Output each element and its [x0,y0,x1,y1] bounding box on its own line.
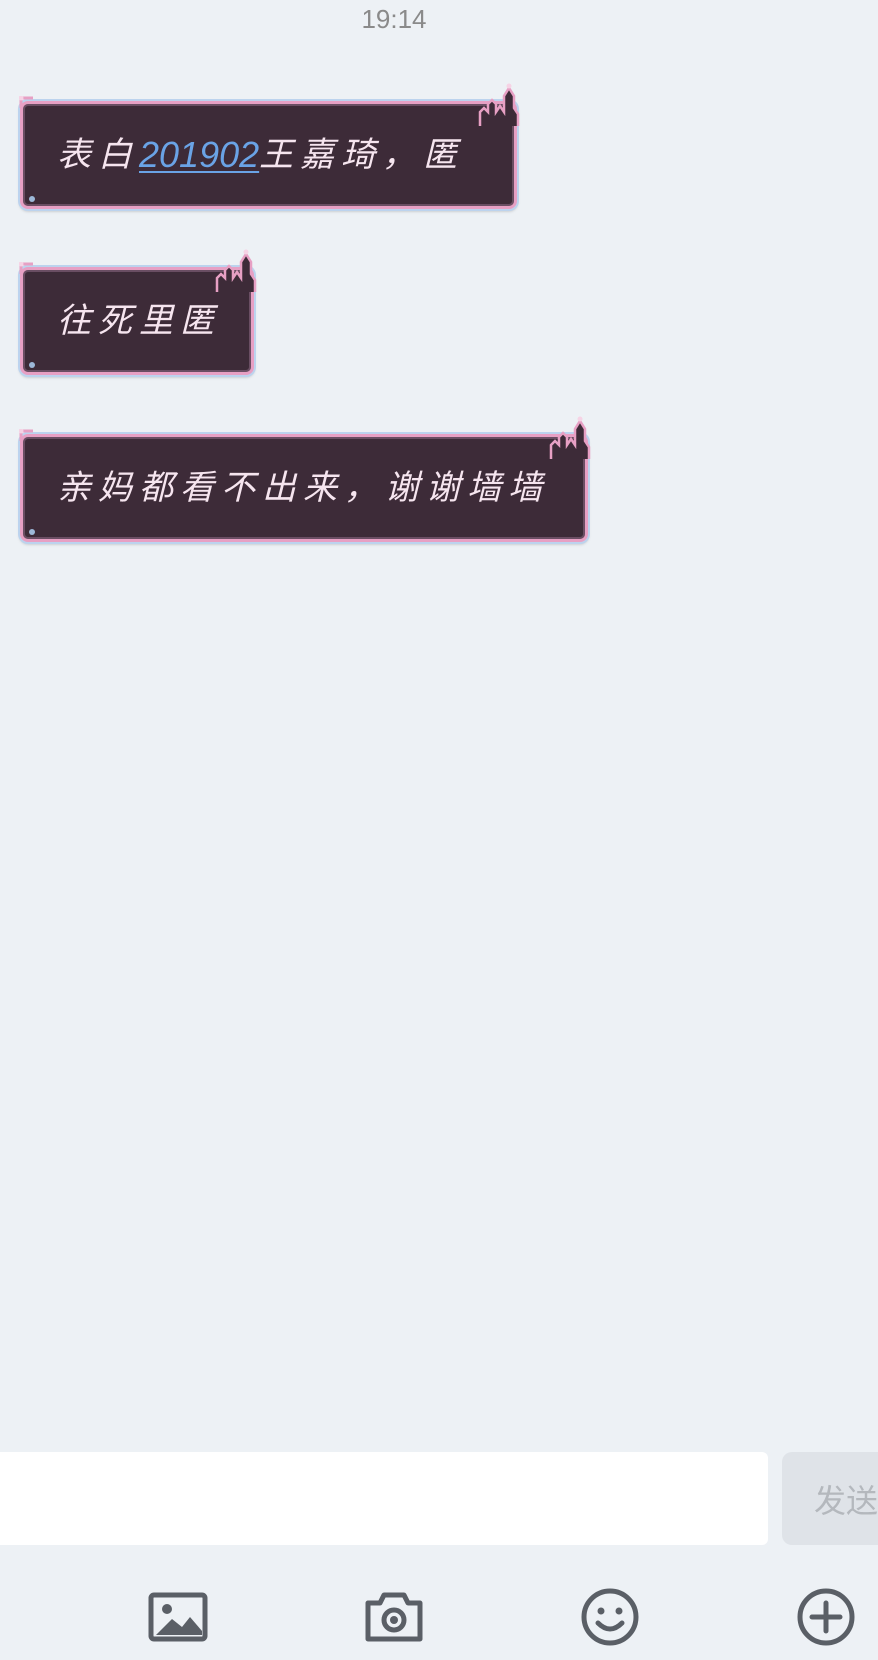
message-text-prefix: 表白 [57,135,139,175]
composer-bar: 发送 [0,1452,878,1545]
castle-ornament-icon [478,83,520,126]
camera-icon [365,1592,423,1642]
message-link[interactable]: 201902 [139,137,259,173]
message-text: 亲妈都看不出来，谢谢墙墙 [57,468,549,508]
more-button[interactable] [794,1585,858,1649]
composer-toolbar [0,1545,878,1660]
castle-ornament-icon [215,249,257,292]
plus-icon [797,1588,855,1646]
bubble-corner-ornament [19,96,33,108]
send-button-label: 发送 [814,1481,878,1520]
castle-ornament-icon [549,416,591,459]
image-icon [148,1592,208,1642]
bubble-corner-dot [29,196,35,202]
message-input[interactable] [0,1452,768,1545]
bubble-corner-ornament [19,262,33,274]
bubble-corner-dot [29,362,35,368]
camera-button[interactable] [362,1585,426,1649]
message-bubble[interactable]: 往死里匿 [19,249,257,375]
emoji-button[interactable] [578,1585,642,1649]
image-button[interactable] [146,1585,210,1649]
message-bubble[interactable]: 表白 201902 王嘉琦，匿 [19,83,520,209]
emoji-icon [581,1588,639,1646]
send-button[interactable]: 发送 [782,1452,878,1545]
message-timestamp: 19:14 [361,4,427,34]
message-text-suffix: 王嘉琦，匿 [259,135,465,175]
message-text: 往死里匿 [57,301,221,341]
message-bubble[interactable]: 亲妈都看不出来，谢谢墙墙 [19,416,591,542]
bubble-corner-dot [29,529,35,535]
bubble-corner-ornament [19,429,33,441]
